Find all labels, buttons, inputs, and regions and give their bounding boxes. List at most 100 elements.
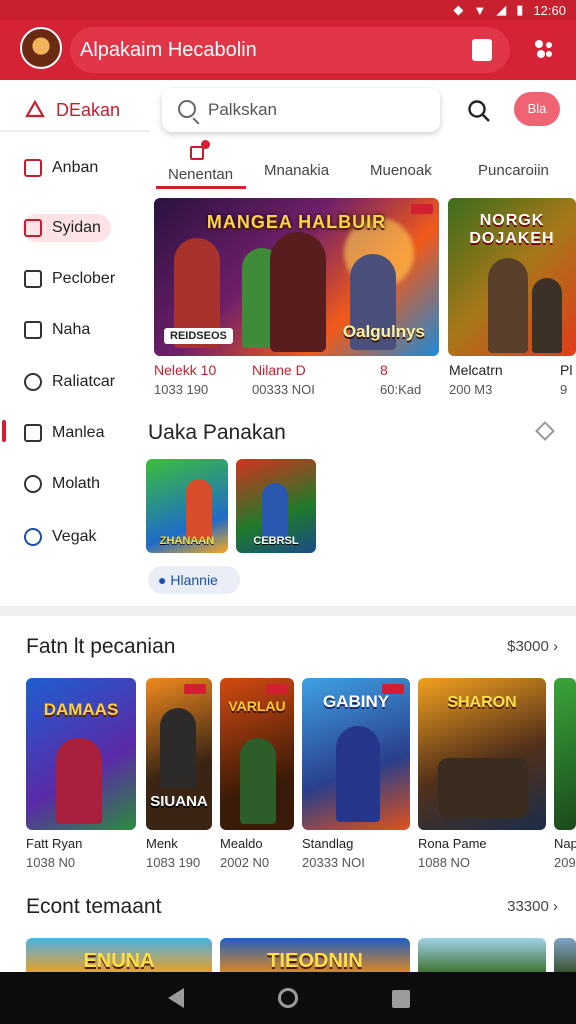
row2-more[interactable]: 33300 › [507, 898, 558, 915]
game-title: Menk [146, 836, 178, 851]
tab-bar: Nenentan Mnanakia Muenoak Puncaroiin [150, 140, 576, 190]
row2-overlay: TIEODNIN [267, 950, 363, 972]
sidebar-item-label: Anban [52, 159, 99, 176]
status-time: 12:60 [533, 2, 566, 18]
sidebar: DEakan Anban Syidan Peclober Naha Raliat… [0, 80, 150, 610]
game-card-4[interactable]: GABINY [302, 678, 410, 830]
small-card-1[interactable]: ZHANAAN [146, 459, 228, 553]
small-card-label: CEBRSL [253, 535, 299, 547]
row2-more-label: 33300 [507, 898, 549, 915]
search-button-icon[interactable] [466, 98, 492, 124]
signal-icon: ◆ [453, 2, 464, 17]
game-meta-3: Mealdo 2002 N0 [220, 836, 269, 870]
bell-icon [25, 100, 45, 118]
row2-overlay: ENUNA [83, 950, 155, 972]
row1-title: Fatn lt pecanian [26, 635, 176, 658]
corner-badge [184, 684, 206, 694]
zoom-icon [24, 475, 42, 493]
featured-overlay-sub: Oalgulnys [342, 322, 425, 341]
small-card-label: ZHANAAN [159, 535, 215, 547]
game-meta-2: Menk 1083 190 [146, 836, 200, 870]
cell-icon: ◢ [496, 2, 507, 17]
sidebar-item-label: Raliatcar [52, 373, 116, 390]
status-icons: ◆ ▼ ◢ ▮ 12:60 [453, 2, 566, 18]
sidebar-item-label: Vegak [52, 528, 97, 545]
filter-chip[interactable]: ● Hlannie [148, 566, 240, 594]
clipboard-icon[interactable] [472, 39, 492, 61]
home-icon[interactable] [278, 988, 298, 1008]
chip-icon: ● [158, 572, 171, 588]
folder-icon [24, 270, 42, 288]
sidebar-item-anban[interactable]: Anban [24, 154, 98, 182]
app-logo[interactable] [20, 27, 62, 69]
small-card-2[interactable]: CEBRSL [236, 459, 316, 553]
search-input[interactable]: Palkskan [162, 88, 440, 132]
app-bar: Alpakaim Hecabolin [0, 20, 576, 80]
tab-puncaroiin[interactable]: Puncaroiin [478, 162, 549, 179]
game-card-1[interactable]: DAMAAS [26, 678, 136, 830]
sidebar-item-molath[interactable]: Molath [24, 470, 100, 498]
game-card-3[interactable]: VARLAU [220, 678, 294, 830]
game-card-2[interactable]: SIUANA [146, 678, 212, 830]
game-title: Fatt Ryan [26, 836, 83, 851]
row2-title: Econt temaant [26, 895, 162, 918]
sidebar-item-vegak[interactable]: Vegak [24, 523, 96, 551]
app-title-pill[interactable]: Alpakaim Hecabolin [70, 27, 510, 73]
puzzle-icon[interactable] [532, 37, 556, 61]
featured-meta-5: Pl 9 [560, 362, 572, 397]
sidebar-header-label: DEakan [56, 100, 121, 120]
game-meta-1: Fatt Ryan 1038 N0 [26, 836, 82, 870]
game-meta-6: Nap 209 [554, 836, 576, 870]
diamond-icon[interactable] [535, 421, 555, 441]
tab-mnanakia[interactable]: Mnanakia [264, 162, 329, 179]
chevron-right-icon: › [553, 638, 558, 655]
back-icon[interactable] [168, 988, 184, 1008]
featured-meta-2: Nilane D 00333 NOI [252, 362, 315, 397]
sidebar-item-label: Naha [52, 321, 91, 338]
row2-card-3[interactable] [418, 938, 546, 974]
chip-label: Hlannie [170, 572, 218, 588]
profile-badge[interactable]: Bla [514, 92, 560, 126]
search-icon [178, 100, 196, 118]
featured-meta-1: Nelekk 10 1033 190 [154, 362, 216, 397]
row2-card-4[interactable] [554, 938, 576, 974]
featured-title: 8 [380, 362, 388, 378]
featured-title: Nelekk 10 [154, 362, 217, 378]
game-overlay: SIUANA [150, 793, 208, 810]
download-icon [24, 321, 42, 339]
game-card-5[interactable]: SHARON [418, 678, 546, 830]
tab-nenentan[interactable]: Nenentan [168, 166, 233, 183]
featured-card-2[interactable]: NORGK DOJAKEH [448, 198, 576, 356]
featured-sub: 9 [560, 382, 568, 397]
game-meta-4: Standlag 20333 NOI [302, 836, 365, 870]
sidebar-item-label: Peclober [52, 270, 116, 287]
featured-title: Pl [560, 362, 573, 378]
row1-more[interactable]: $3000 › [507, 638, 558, 655]
section-title-small: Uaka Panakan [148, 421, 286, 444]
sidebar-item-manlea[interactable]: Manlea [24, 419, 104, 447]
sidebar-item-syidan[interactable]: Syidan [22, 214, 111, 242]
active-marker [2, 420, 6, 442]
list-icon [24, 424, 42, 442]
settings-icon [24, 528, 42, 546]
tab-home-icon [190, 140, 210, 160]
sidebar-item-naha[interactable]: Naha [24, 316, 90, 344]
game-sub: 1038 N0 [26, 855, 76, 870]
recent-apps-icon[interactable] [392, 990, 410, 1008]
game-overlay: SHARON [447, 694, 517, 711]
tab-muenoak[interactable]: Muenoak [370, 162, 432, 179]
sidebar-item-peclober[interactable]: Peclober [24, 265, 115, 293]
featured-sub: 00333 NOI [252, 382, 315, 397]
row1-more-label: $3000 [507, 638, 549, 655]
sidebar-header[interactable]: DEakan [0, 90, 150, 132]
game-overlay: VARLAU [228, 698, 286, 714]
featured-card-1[interactable]: MANGEA HALBUIR Oalgulnys REIDSEOS [154, 198, 439, 356]
featured-tag: REIDSEOS [164, 328, 233, 344]
sidebar-item-raliatcar[interactable]: Raliatcar [24, 368, 115, 396]
game-card-6[interactable] [554, 678, 576, 830]
featured-overlay-title: MANGEA HALBUIR [206, 212, 387, 232]
game-overlay: DAMAAS [43, 700, 119, 719]
row2-card-2[interactable]: TIEODNIN [220, 938, 410, 974]
row2-card-1[interactable]: ENUNA [26, 938, 212, 974]
game-title: Mealdo [220, 836, 263, 851]
